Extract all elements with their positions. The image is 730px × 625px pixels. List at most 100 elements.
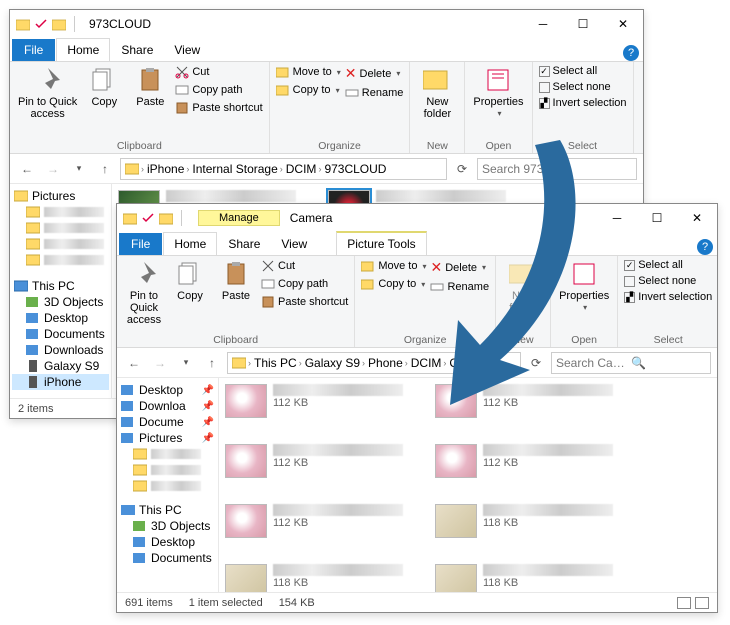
copy-path-button[interactable]: Copy path (261, 276, 348, 292)
up-button[interactable]: ↑ (201, 352, 223, 374)
invert-selection-button[interactable]: ▞Invert selection (539, 96, 627, 110)
rename-button[interactable]: Rename (430, 279, 489, 295)
file-list[interactable]: 112 KB 112 KB 112 KB 112 KB 112 KB 118 KB 118 … (219, 378, 717, 592)
tab-file[interactable]: File (12, 39, 55, 61)
tree-desktop[interactable]: Desktop📌 (119, 382, 216, 398)
file-item[interactable]: 118 KB (435, 504, 625, 538)
paste-shortcut-button[interactable]: Paste shortcut (261, 294, 348, 310)
file-name (273, 504, 403, 516)
tab-share[interactable]: Share (111, 39, 163, 61)
file-item[interactable]: 112 KB (435, 444, 625, 478)
tree-3d-objects[interactable]: 3D Objects (119, 518, 216, 534)
tree-galaxy-s9[interactable]: Galaxy S9 (12, 358, 109, 374)
copy-to-button[interactable]: Copy to (361, 276, 426, 292)
tab-file[interactable]: File (119, 233, 162, 255)
tree-desktop[interactable]: Desktop (12, 310, 109, 326)
tab-view[interactable]: View (164, 39, 210, 61)
file-item[interactable]: 112 KB (225, 384, 415, 418)
tree-this-pc[interactable]: This PC (12, 278, 109, 294)
copy-button[interactable]: Copy (169, 258, 211, 304)
maximize-button[interactable]: ☐ (637, 204, 677, 232)
file-name (483, 564, 613, 576)
file-item[interactable]: 118 KB (435, 564, 625, 592)
copy-path-button[interactable]: Copy path (175, 82, 262, 98)
tab-home[interactable]: Home (163, 232, 217, 255)
check-icon (141, 211, 155, 225)
tree-downloads[interactable]: Downloads (12, 342, 109, 358)
close-button[interactable]: ✕ (603, 10, 643, 38)
recent-button[interactable]: ▾ (68, 158, 90, 180)
tree-documents[interactable]: Documents (12, 326, 109, 342)
select-none-button[interactable]: Select none (624, 274, 712, 288)
tree-downloads[interactable]: Downloa📌 (119, 398, 216, 414)
tab-home[interactable]: Home (56, 38, 110, 61)
invert-selection-button[interactable]: ▞Invert selection (624, 290, 712, 304)
move-to-button[interactable]: Move to (361, 258, 426, 274)
select-all-button[interactable]: ✓Select all (624, 258, 712, 272)
back-button[interactable]: ← (16, 158, 38, 180)
paste-button[interactable]: Paste (129, 64, 171, 110)
up-button[interactable]: ↑ (94, 158, 116, 180)
file-item[interactable]: 112 KB (435, 384, 625, 418)
select-all-button[interactable]: ✓Select all (539, 64, 627, 78)
ribbon: Pin to Quick access Copy Paste Cut Copy … (10, 62, 643, 154)
minimize-button[interactable]: ─ (597, 204, 637, 232)
forward-button[interactable]: → (42, 158, 64, 180)
file-name (273, 384, 403, 396)
titlebar[interactable]: Manage Camera ─ ☐ ✕ (117, 204, 717, 232)
file-item[interactable]: 112 KB (225, 504, 415, 538)
back-button[interactable]: ← (123, 352, 145, 374)
pin-to-quick-access-button[interactable]: Pin to Quick access (123, 258, 165, 328)
move-to-button[interactable]: Move to (276, 64, 341, 80)
tree-pictures[interactable]: Pictures (12, 188, 109, 204)
delete-button[interactable]: ✕Delete (345, 64, 404, 83)
rename-button[interactable]: Rename (345, 85, 404, 101)
address-bar: ← → ▾ ↑ ›This PC ›Galaxy S9 ›Phone ›DCIM… (117, 348, 717, 378)
breadcrumb-box[interactable]: ›This PC ›Galaxy S9 ›Phone ›DCIM ›Camera (227, 352, 521, 374)
tree-iphone[interactable]: iPhone (12, 374, 109, 390)
tiles-view-icon[interactable] (695, 597, 709, 609)
recent-button[interactable]: ▾ (175, 352, 197, 374)
tab-picture-tools[interactable]: Picture Tools (336, 231, 426, 255)
file-item[interactable]: 112 KB (225, 444, 415, 478)
copy-to-button[interactable]: Copy to (276, 82, 341, 98)
breadcrumb-box[interactable]: ›iPhone ›Internal Storage ›DCIM ›973CLOU… (120, 158, 447, 180)
tree-3d-objects[interactable]: 3D Objects (12, 294, 109, 310)
nav-tree[interactable]: Pictures This PC 3D Objects Desktop Docu… (10, 184, 112, 398)
search-input[interactable]: Search Camera🔍 (551, 352, 711, 374)
tree-pictures[interactable]: Pictures📌 (119, 430, 216, 446)
tree-this-pc[interactable]: This PC (119, 502, 216, 518)
cut-button[interactable]: Cut (175, 64, 262, 80)
new-folder-button[interactable]: New folder (416, 64, 458, 122)
tab-share[interactable]: Share (218, 233, 270, 255)
ribbon-tabs: File Home Share View ? (10, 38, 643, 62)
maximize-button[interactable]: ☐ (563, 10, 603, 38)
tree-desktop-2[interactable]: Desktop (119, 534, 216, 550)
tree-documents[interactable]: Docume📌 (119, 414, 216, 430)
thumbnail (225, 384, 267, 418)
refresh-button[interactable]: ⟳ (451, 158, 473, 180)
paste-shortcut-button[interactable]: Paste shortcut (175, 100, 262, 116)
search-input[interactable]: Search 973CLOUD🔍 (477, 158, 637, 180)
forward-button[interactable]: → (149, 352, 171, 374)
properties-button[interactable]: Properties (557, 258, 611, 315)
nav-tree[interactable]: Desktop📌 Downloa📌 Docume📌 Pictures📌 This… (117, 378, 219, 592)
tree-documents-2[interactable]: Documents (119, 550, 216, 566)
select-none-button[interactable]: Select none (539, 80, 627, 94)
delete-button[interactable]: ✕Delete (430, 258, 489, 277)
minimize-button[interactable]: ─ (523, 10, 563, 38)
titlebar[interactable]: 973CLOUD ─ ☐ ✕ (10, 10, 643, 38)
file-item[interactable]: 118 KB (225, 564, 415, 592)
details-view-icon[interactable] (677, 597, 691, 609)
paste-button[interactable]: Paste (215, 258, 257, 304)
tab-view[interactable]: View (271, 233, 317, 255)
cut-button[interactable]: Cut (261, 258, 348, 274)
pin-to-quick-access-button[interactable]: Pin to Quick access (16, 64, 79, 122)
refresh-button[interactable]: ⟳ (525, 352, 547, 374)
help-icon[interactable]: ? (697, 239, 713, 255)
close-button[interactable]: ✕ (677, 204, 717, 232)
copy-button[interactable]: Copy (83, 64, 125, 110)
properties-button[interactable]: Properties (471, 64, 525, 121)
new-folder-button[interactable]: New folder (502, 258, 544, 316)
help-icon[interactable]: ? (623, 45, 639, 61)
